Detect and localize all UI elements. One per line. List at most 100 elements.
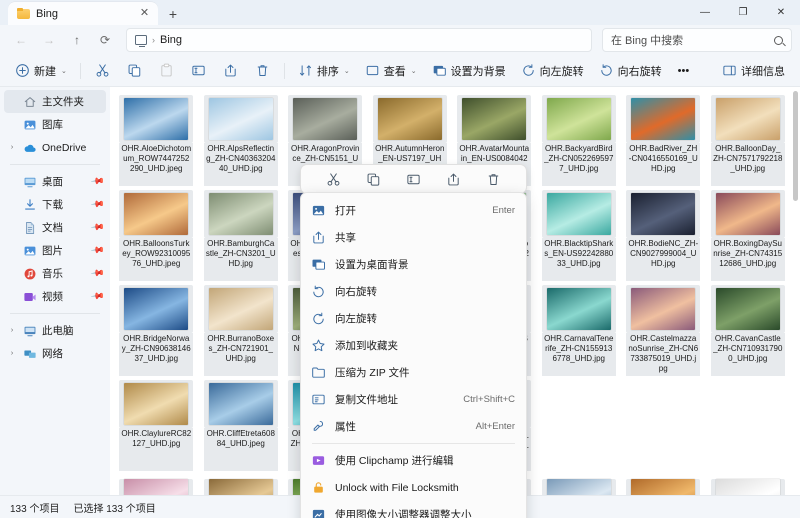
file-item[interactable]: OHR.AlpsReflecting_ZH-CN4036320440_UHD.j…	[199, 91, 284, 186]
sidebar-item-5[interactable]: ›下载📌	[4, 193, 106, 216]
file-item[interactable]	[537, 475, 622, 495]
vertical-scrollbar[interactable]	[792, 91, 799, 491]
new-button[interactable]: 新建 ⌄	[8, 58, 74, 84]
file-name: OHR.BridgeNorway_ZH-CN9063814637_UHD.jpg	[119, 333, 193, 376]
file-item[interactable]: OHR.CarnavalTenerife_ZH-CN1559136778_UHD…	[537, 281, 622, 376]
this-pc-icon	[23, 324, 37, 338]
file-thumbnail	[631, 479, 695, 495]
maximize-button[interactable]: ❐	[724, 0, 762, 25]
tab-bing[interactable]: Bing ✕	[8, 2, 158, 25]
file-item[interactable]: OHR.BamburghCastle_ZH-CN3201_UHD.jpg	[199, 186, 284, 281]
file-item[interactable]: OHR.ClaylureRC82127_UHD.jpg	[114, 376, 199, 471]
context-menu-item-1[interactable]: 共享	[304, 224, 523, 251]
refresh-button[interactable]: ⟳	[92, 28, 118, 52]
copy-button[interactable]	[119, 58, 150, 84]
close-window-button[interactable]: ✕	[762, 0, 800, 25]
cut-button[interactable]	[320, 167, 346, 191]
up-button[interactable]: ↑	[64, 28, 90, 52]
file-item[interactable]: OHR.BalloonDay_ZH-CN7571792218_UHD.jpg	[706, 91, 791, 186]
file-item[interactable]: OHR.BridgeNorway_ZH-CN9063814637_UHD.jpg	[114, 281, 199, 376]
file-name: OHR.BlacktipSharks_EN-US9224288033_UHD.j…	[542, 238, 616, 281]
file-item[interactable]: OHR.BalloonsTurkey_ROW9231009576_UHD.jpe…	[114, 186, 199, 281]
rename-button[interactable]	[183, 58, 214, 84]
chevron-right-icon[interactable]: ›	[6, 327, 18, 334]
chevron-right-icon[interactable]: ›	[6, 144, 18, 151]
properties-icon	[311, 419, 326, 434]
sidebar-item-2[interactable]: ›OneDrive - Perso	[4, 136, 106, 159]
sidebar-item-0[interactable]: ›主文件夹	[4, 90, 106, 113]
cut-button[interactable]	[87, 58, 118, 84]
thumbnail-wrapper	[204, 95, 278, 143]
breadcrumb[interactable]: › Bing	[126, 28, 592, 52]
thumbnail-wrapper	[119, 285, 193, 333]
back-button[interactable]: ←	[8, 28, 34, 52]
context-menu-item-4[interactable]: 向左旋转	[304, 305, 523, 332]
context-menu-item-8[interactable]: 属性Alt+Enter	[304, 413, 523, 440]
sidebar-item-6[interactable]: ›文档📌	[4, 216, 106, 239]
rename-button[interactable]	[400, 167, 426, 191]
file-item[interactable]: OHR.CliffEtreta60884_UHD.jpeg	[199, 376, 284, 471]
new-tab-button[interactable]: +	[160, 3, 186, 25]
sort-button[interactable]: 排序 ⌄	[291, 58, 357, 84]
sidebar-item-9[interactable]: ›视频📌	[4, 285, 106, 308]
minimize-button[interactable]: —	[686, 0, 724, 25]
copy-button[interactable]	[360, 167, 386, 191]
file-item[interactable]	[621, 475, 706, 495]
thumbnail-wrapper	[711, 285, 785, 333]
sidebar-item-11[interactable]: ›此电脑	[4, 319, 106, 342]
file-item[interactable]: OHR.BodieNC_ZH-CN9027999004_UHD.jpg	[621, 186, 706, 281]
view-button[interactable]: 查看 ⌄	[358, 58, 424, 84]
context-menu-item-2[interactable]: 设置为桌面背景	[304, 251, 523, 278]
delete-icon	[486, 172, 501, 187]
file-item[interactable]	[199, 475, 284, 495]
file-thumbnail	[631, 288, 695, 330]
sidebar-item-7[interactable]: ›图片📌	[4, 239, 106, 262]
delete-button[interactable]	[481, 167, 507, 191]
context-menu-item-11[interactable]: Unlock with File Locksmith	[304, 474, 523, 501]
search-box[interactable]: 在 Bing 中搜索	[602, 28, 792, 52]
file-item[interactable]: OHR.CavanCastle_ZH-CN7109317900_UHD.jpg	[706, 281, 791, 376]
paste-button[interactable]	[151, 58, 182, 84]
file-name: OHR.BodieNC_ZH-CN9027999004_UHD.jpg	[626, 238, 700, 281]
tab-strip: Bing ✕ +	[0, 0, 186, 25]
more-button[interactable]: •••	[670, 58, 698, 84]
sidebar-item-1[interactable]: ›图库	[4, 113, 106, 136]
rotate-left-button[interactable]: 向左旋转	[514, 58, 591, 84]
set-background-button[interactable]: 设置为背景	[425, 58, 513, 84]
thumbnail-wrapper	[626, 95, 700, 143]
file-item[interactable]: OHR.BlacktipSharks_EN-US9224288033_UHD.j…	[537, 186, 622, 281]
sort-label: 排序	[317, 63, 339, 79]
context-menu-item-6[interactable]: 压缩为 ZIP 文件	[304, 359, 523, 386]
file-item[interactable]: OHR.AloeDichotomum_ROW7447252290_UHD.jpe…	[114, 91, 199, 186]
menu-item-label: 打开	[335, 203, 483, 218]
sidebar-item-4[interactable]: ›桌面📌	[4, 170, 106, 193]
context-menu-item-5[interactable]: 添加到收藏夹	[304, 332, 523, 359]
chevron-right-icon[interactable]: ›	[6, 350, 18, 357]
file-item[interactable]	[706, 475, 791, 495]
share-button[interactable]	[215, 58, 246, 84]
file-item[interactable]: OHR.CastelmazzanoSunrise_ZH-CN6733875019…	[621, 281, 706, 376]
context-menu-item-12[interactable]: 使用图像大小调整器调整大小	[304, 501, 523, 518]
scrollbar-thumb[interactable]	[793, 91, 798, 201]
desktop-icon	[23, 175, 37, 189]
file-item[interactable]: OHR.BoxingDaySunrise_ZH-CN7431512686_UHD…	[706, 186, 791, 281]
rotate-right-button[interactable]: 向右旋转	[592, 58, 669, 84]
forward-button[interactable]: →	[36, 28, 62, 52]
context-menu-item-3[interactable]: 向右旋转	[304, 278, 523, 305]
file-item[interactable]: OHR.BadRiver_ZH-CN0416550169_UHD.jpg	[621, 91, 706, 186]
share-button[interactable]	[441, 167, 467, 191]
sidebar-item-8[interactable]: ›音乐📌	[4, 262, 106, 285]
sidebar-item-12[interactable]: ›网络	[4, 342, 106, 365]
file-item[interactable]: OHR.BurranoBoxes_ZH-CN721901_UHD.jpg	[199, 281, 284, 376]
context-menu-item-10[interactable]: 使用 Clipchamp 进行编辑	[304, 447, 523, 474]
chevron-down-icon: ⌄	[61, 67, 67, 75]
context-menu-item-0[interactable]: 打开Enter	[304, 197, 523, 224]
nav-divider	[10, 313, 100, 314]
details-pane-button[interactable]: 详细信息	[715, 58, 792, 84]
context-menu-item-7[interactable]: 复制文件地址Ctrl+Shift+C	[304, 386, 523, 413]
breadcrumb-item-bing[interactable]: Bing	[160, 34, 182, 46]
file-item[interactable]	[114, 475, 199, 495]
close-tab-icon[interactable]: ✕	[137, 6, 152, 21]
delete-button[interactable]	[247, 58, 278, 84]
file-item[interactable]: OHR.BackyardBird_ZH-CN0522695977_UHD.jpg	[537, 91, 622, 186]
